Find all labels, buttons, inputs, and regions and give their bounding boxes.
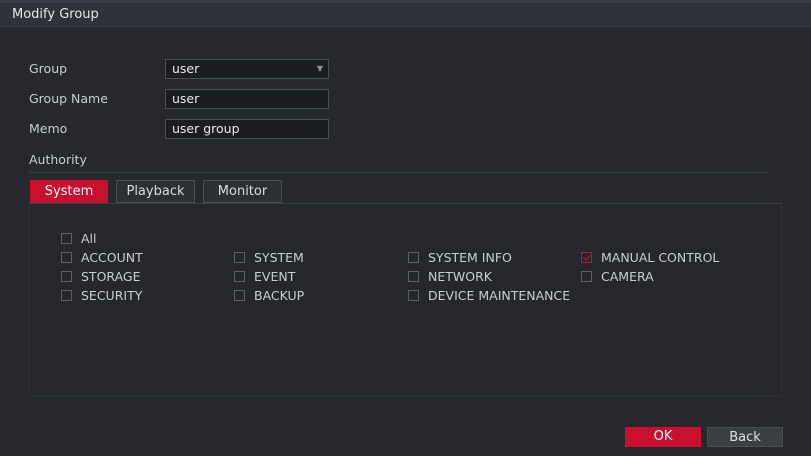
perm-storage-checkbox[interactable]: STORAGE (61, 269, 141, 284)
memo-field[interactable]: user group (165, 119, 329, 139)
perm-system-info-checkbox[interactable]: SYSTEM INFO (408, 250, 512, 265)
perm-event-checkbox[interactable]: EVENT (234, 269, 295, 284)
checked-checkbox-icon (581, 252, 592, 263)
perm-manual-control-checkbox[interactable]: MANUAL CONTROL (581, 250, 719, 265)
back-button[interactable]: Back (707, 427, 783, 447)
perm-label: CAMERA (601, 269, 654, 284)
checkbox-icon (61, 233, 72, 244)
checkbox-icon (581, 271, 592, 282)
perm-label: SECURITY (81, 288, 143, 303)
tab-system[interactable]: System (30, 180, 108, 203)
perm-label: EVENT (254, 269, 296, 284)
perm-label: DEVICE MAINTENANCE (428, 288, 571, 303)
dialog-title: Modify Group (12, 7, 99, 22)
perm-label: STORAGE (81, 269, 141, 284)
group-name-label: Group Name (29, 91, 108, 106)
perm-security-checkbox[interactable]: SECURITY (61, 288, 142, 303)
perm-backup-checkbox[interactable]: BACKUP (234, 288, 304, 303)
group-select-value: user (172, 61, 200, 76)
tab-playback[interactable]: Playback (116, 180, 195, 203)
group-name-value: user (172, 91, 200, 106)
checkbox-icon (408, 290, 419, 301)
memo-value: user group (172, 121, 240, 136)
checkbox-icon (61, 252, 72, 263)
ok-button[interactable]: OK (625, 427, 701, 447)
authority-divider (29, 172, 768, 173)
perm-account-checkbox[interactable]: ACCOUNT (61, 250, 143, 265)
all-checkbox[interactable]: All (61, 231, 97, 246)
group-label: Group (29, 61, 68, 76)
perm-label: SYSTEM (254, 250, 304, 265)
perm-label: NETWORK (428, 269, 492, 284)
dialog-titlebar: Modify Group (0, 3, 811, 27)
perm-camera-checkbox[interactable]: CAMERA (581, 269, 654, 284)
group-name-field[interactable]: user (165, 89, 329, 109)
perm-label: BACKUP (254, 288, 305, 303)
perm-label: ACCOUNT (81, 250, 143, 265)
group-select[interactable]: user ▼ (165, 59, 329, 79)
checkbox-icon (234, 290, 245, 301)
memo-label: Memo (29, 121, 68, 136)
chevron-down-icon: ▼ (316, 64, 323, 73)
perm-label: MANUAL CONTROL (601, 250, 720, 265)
perm-network-checkbox[interactable]: NETWORK (408, 269, 492, 284)
perm-label: SYSTEM INFO (428, 250, 512, 265)
perm-device-maintenance-checkbox[interactable]: DEVICE MAINTENANCE (408, 288, 570, 303)
checkbox-icon (234, 271, 245, 282)
checkbox-icon (61, 290, 72, 301)
checkbox-icon (61, 271, 72, 282)
authority-label: Authority (29, 152, 87, 167)
checkbox-icon (234, 252, 245, 263)
tab-monitor[interactable]: Monitor (203, 180, 282, 203)
all-label: All (81, 231, 97, 246)
checkbox-icon (408, 252, 419, 263)
checkbox-icon (408, 271, 419, 282)
perm-system-checkbox[interactable]: SYSTEM (234, 250, 304, 265)
